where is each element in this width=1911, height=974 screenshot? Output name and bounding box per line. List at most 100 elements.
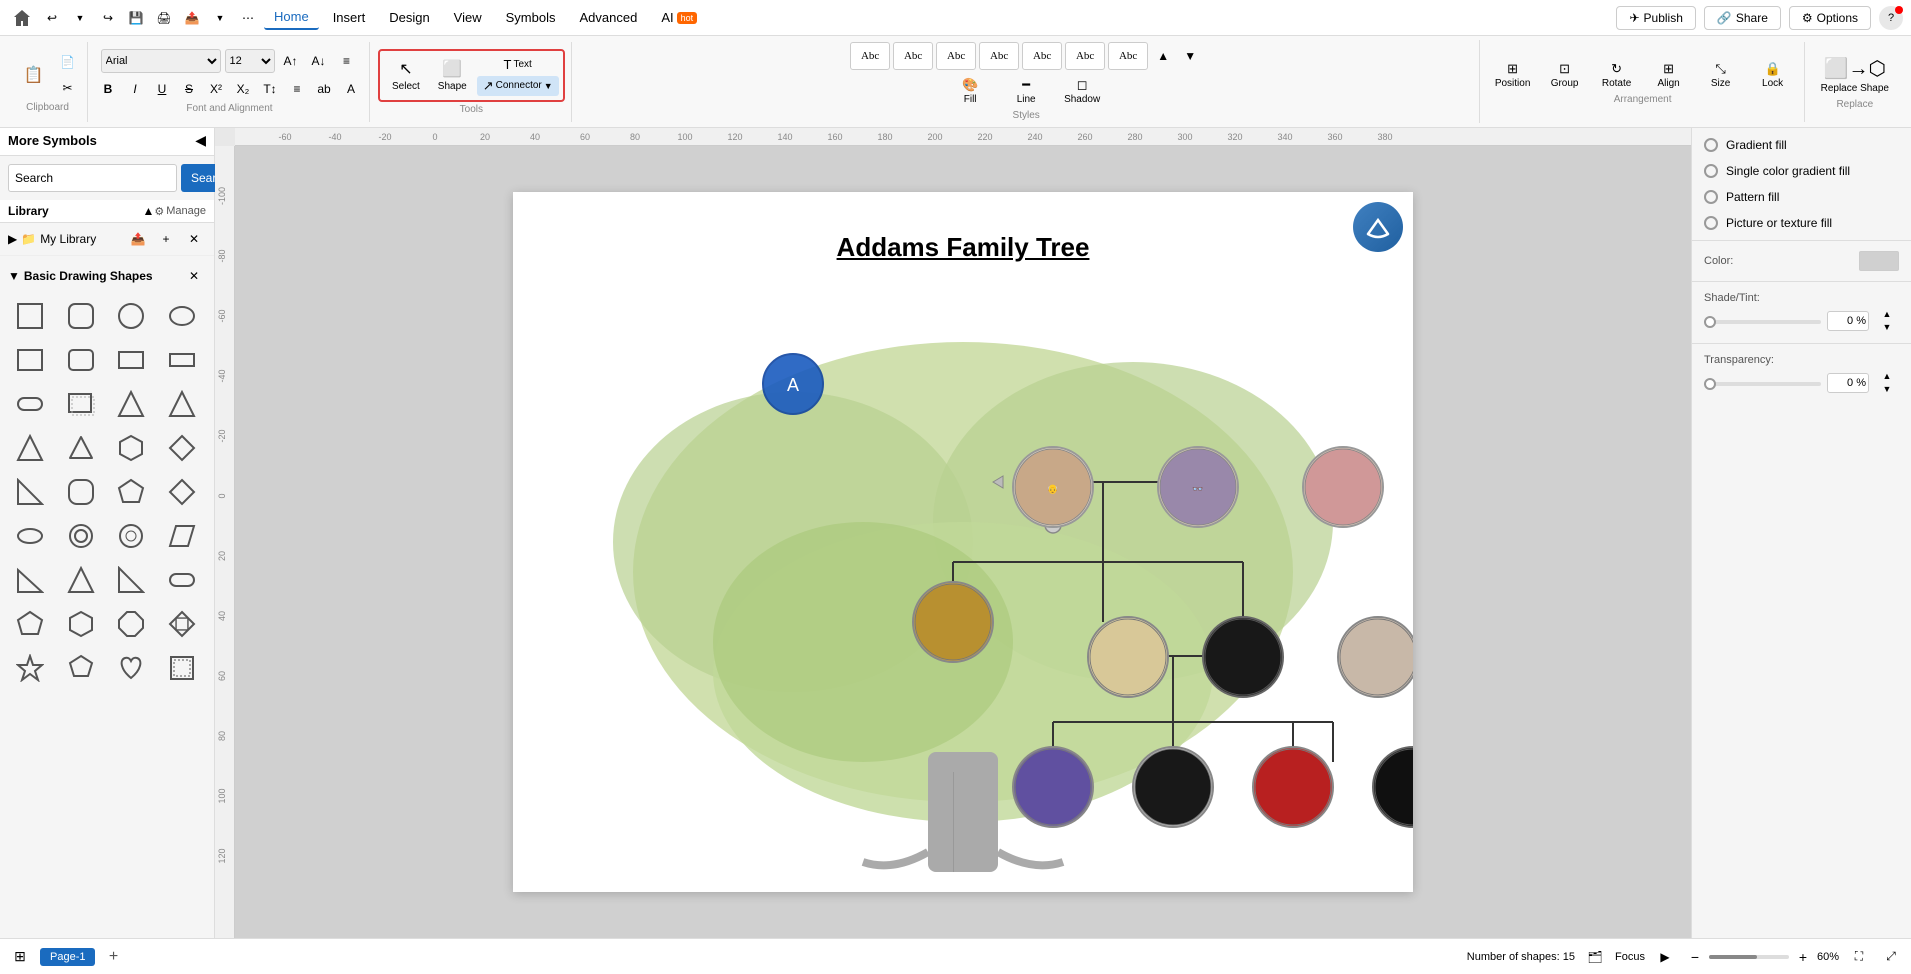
menu-view[interactable]: View (444, 6, 492, 29)
menu-advanced[interactable]: Advanced (569, 6, 647, 29)
transparency-down-btn[interactable]: ▼ (1875, 383, 1899, 395)
group-btn[interactable]: ⊡ Group (1540, 58, 1590, 92)
pattern-fill-option[interactable]: Pattern fill (1692, 184, 1911, 210)
shape-stadium[interactable] (8, 384, 52, 424)
layers-btn[interactable]: 🗂 (1583, 945, 1607, 969)
shape-diamond-3[interactable] (160, 604, 204, 644)
style-swatch-4[interactable]: Abc (979, 42, 1019, 70)
lock-btn[interactable]: 🔒 Lock (1748, 58, 1798, 92)
align-arrange-btn[interactable]: ⊞ Align (1644, 58, 1694, 92)
gradient-fill-radio[interactable] (1704, 138, 1718, 152)
fit-page-btn[interactable]: ⛶ (1847, 945, 1871, 969)
menu-design[interactable]: Design (379, 6, 439, 29)
single-gradient-radio[interactable] (1704, 164, 1718, 178)
size-btn[interactable]: ⤡ Size (1696, 58, 1746, 92)
sidebar-collapse-btn[interactable]: ◀ (195, 132, 206, 149)
connector-btn[interactable]: ↗ Connector ▼ (477, 76, 559, 96)
save-btn[interactable]: 💾 (124, 6, 148, 30)
color-picker-btn[interactable] (1859, 251, 1899, 271)
shape-pentagon-2[interactable] (8, 604, 52, 644)
export-dropdown[interactable]: ▼ (208, 6, 232, 30)
replace-shape-btn[interactable]: ⬜→⬡ Replace Shape (1813, 53, 1897, 97)
menu-insert[interactable]: Insert (323, 6, 376, 29)
cut-btn[interactable]: ✂ (56, 76, 80, 100)
shape-triangle-3[interactable] (8, 428, 52, 468)
zoom-slider[interactable] (1709, 955, 1789, 959)
font-size-select[interactable]: 12 (225, 49, 275, 73)
transparency-value-input[interactable] (1827, 373, 1869, 393)
shape-triangle-5[interactable] (8, 560, 52, 600)
shape-ring-2[interactable] (109, 516, 153, 556)
export-btn[interactable]: 📤 (180, 6, 204, 30)
menu-home[interactable]: Home (264, 5, 319, 30)
shade-up-btn[interactable]: ▲ (1875, 308, 1899, 320)
position-btn[interactable]: ⊞ Position (1488, 58, 1538, 92)
font-family-select[interactable]: Arial (101, 49, 221, 73)
shape-pentagon-3[interactable] (59, 648, 103, 688)
menu-ai[interactable]: AI hot (651, 6, 707, 29)
shape-square-2[interactable] (8, 340, 52, 380)
shape-triangle-6[interactable] (59, 560, 103, 600)
more-btn[interactable]: ⋯ (236, 6, 260, 30)
shape-hexagon[interactable] (109, 428, 153, 468)
manage-btn[interactable]: ⚙ Manage (154, 205, 206, 218)
bold-btn[interactable]: B (96, 77, 120, 101)
shape-rounded-rect[interactable] (59, 296, 103, 336)
home-icon[interactable] (8, 4, 36, 32)
shape-rect-shadow[interactable] (59, 384, 103, 424)
shape-pentagon[interactable] (109, 472, 153, 512)
map-btn[interactable]: ⊞ (8, 945, 32, 969)
underline-btn[interactable]: U (150, 77, 174, 101)
text-direction-btn[interactable]: T↕ (258, 77, 282, 101)
undo-dropdown[interactable]: ▼ (68, 6, 92, 30)
shape-diamond[interactable] (160, 428, 204, 468)
subscript-btn[interactable]: X₂ (231, 77, 255, 101)
styles-scroll-up[interactable]: ▲ (1151, 44, 1175, 68)
select-btn[interactable]: ↖ Select (384, 56, 428, 95)
shape-heart[interactable] (109, 648, 153, 688)
align-btn[interactable]: ≡ (335, 49, 359, 73)
add-library-btn[interactable]: 📤 (126, 227, 150, 251)
add-page-btn[interactable]: + (103, 947, 123, 967)
single-gradient-option[interactable]: Single color gradient fill (1692, 158, 1911, 184)
outline-btn[interactable]: ab (312, 77, 336, 101)
shape-triangle[interactable] (109, 384, 153, 424)
shape-rect-border[interactable] (160, 648, 204, 688)
shape-diamond-2[interactable] (160, 472, 204, 512)
play-btn[interactable]: ▶ (1653, 945, 1677, 969)
options-button[interactable]: ⚙ Options (1789, 6, 1871, 30)
share-button[interactable]: 🔗 Share (1704, 6, 1781, 30)
shape-stadium-2[interactable] (160, 560, 204, 600)
shape-ellipse[interactable] (160, 296, 204, 336)
shape-star[interactable] (8, 648, 52, 688)
style-swatch-5[interactable]: Abc (1022, 42, 1062, 70)
print-btn[interactable]: 🖨 (152, 6, 176, 30)
shape-triangle-right[interactable] (160, 384, 204, 424)
zoom-in-btn[interactable]: + (1793, 947, 1813, 967)
rotate-btn[interactable]: ↻ Rotate (1592, 58, 1642, 92)
shape-parallelogram[interactable] (160, 516, 204, 556)
styles-scroll-down[interactable]: ▼ (1178, 44, 1202, 68)
shape-rect-4[interactable] (160, 340, 204, 380)
zoom-out-btn[interactable]: − (1685, 947, 1705, 967)
transparency-slider[interactable] (1704, 380, 1821, 386)
style-swatch-6[interactable]: Abc (1065, 42, 1105, 70)
shade-down-btn[interactable]: ▼ (1875, 321, 1899, 333)
menu-symbols[interactable]: Symbols (496, 6, 566, 29)
search-input[interactable] (8, 164, 177, 192)
shape-rounded-triangle[interactable] (59, 428, 103, 468)
style-swatch-3[interactable]: Abc (936, 42, 976, 70)
shape-triangle-7[interactable] (109, 560, 153, 600)
picture-fill-option[interactable]: Picture or texture fill (1692, 210, 1911, 236)
font-color-btn[interactable]: A (339, 77, 363, 101)
fullscreen-btn[interactable]: ⤢ (1879, 945, 1903, 969)
style-swatch-1[interactable]: Abc (850, 42, 890, 70)
strikethrough-btn[interactable]: S (177, 77, 201, 101)
fill-btn[interactable]: 🎨 Fill (945, 74, 995, 108)
picture-fill-radio[interactable] (1704, 216, 1718, 230)
publish-button[interactable]: ✈ Publish (1616, 6, 1695, 30)
page-tab[interactable]: Page-1 (40, 948, 95, 966)
shade-slider[interactable] (1704, 318, 1821, 324)
shape-triangle-4[interactable] (8, 472, 52, 512)
shape-rounded-square[interactable] (59, 472, 103, 512)
